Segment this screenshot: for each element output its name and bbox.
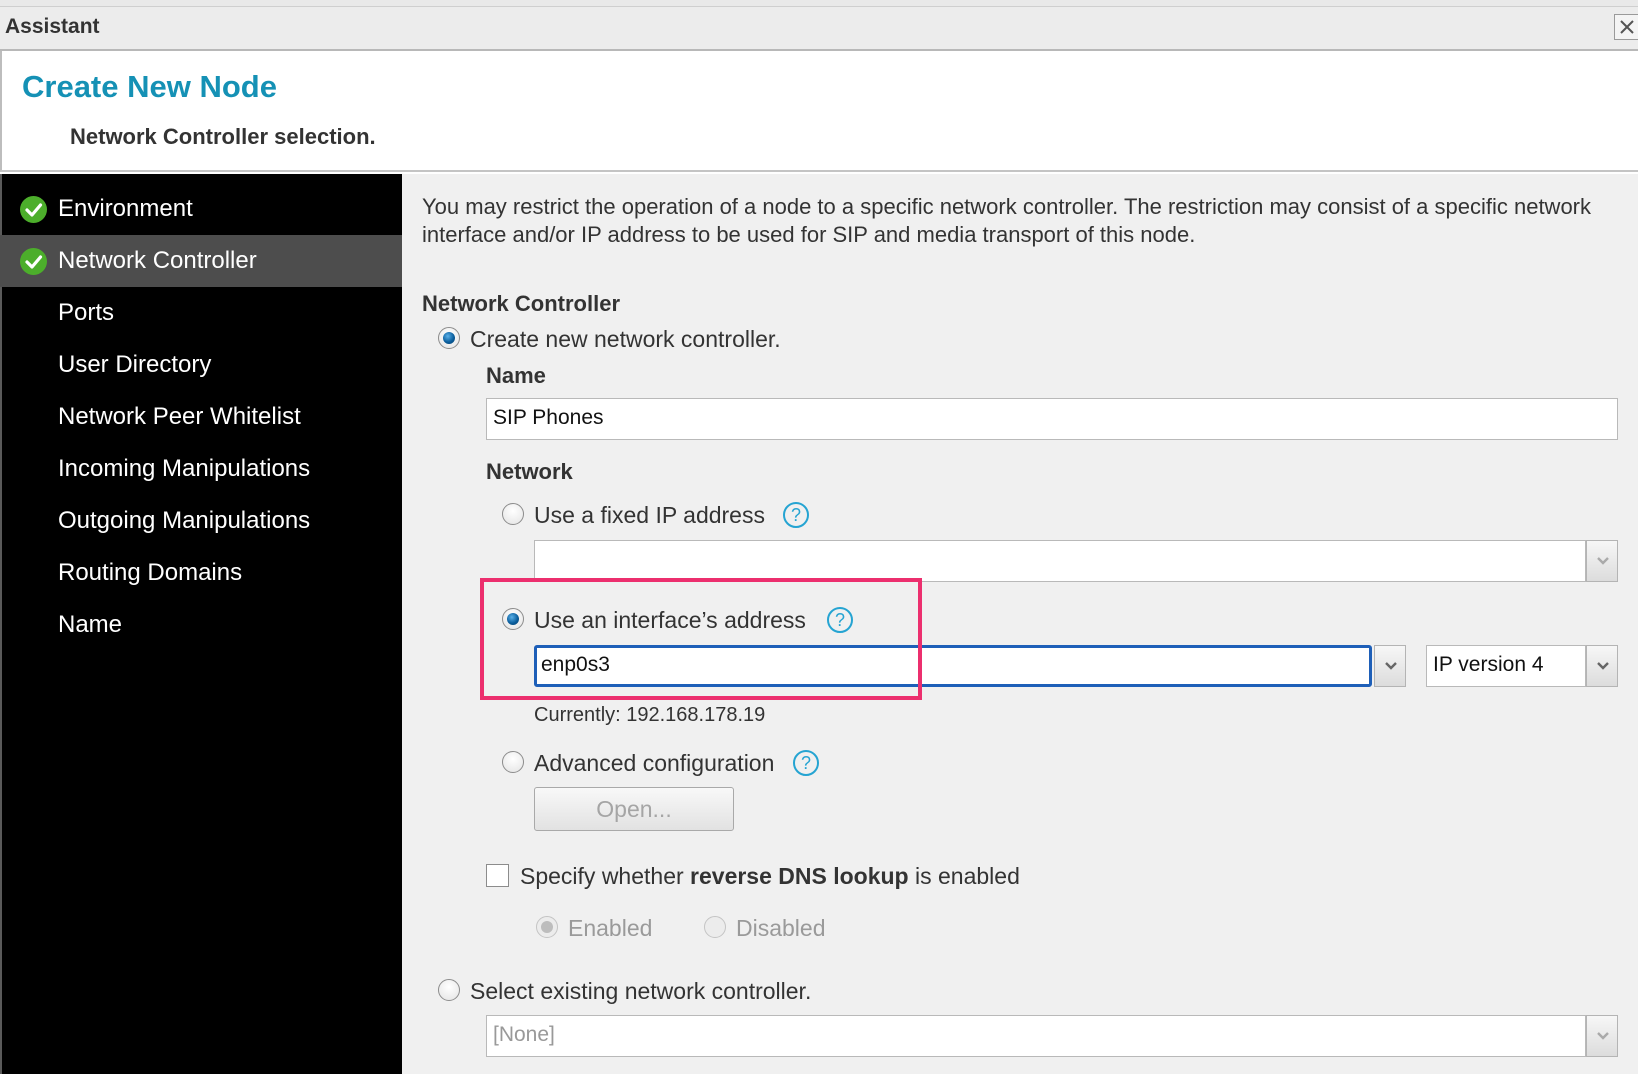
help-icon[interactable]: ? [793, 750, 819, 776]
sidebar-item-label: User Directory [58, 351, 212, 378]
sidebar-item-label: Name [58, 611, 123, 638]
sidebar-item-label: Outgoing Manipulations [58, 507, 311, 534]
name-input[interactable]: SIP Phones [486, 398, 1618, 440]
sidebar-item-label: Incoming Manipulations [58, 455, 311, 482]
dns-disabled-label: Disabled [736, 915, 826, 941]
chevron-down-icon [1385, 662, 1397, 670]
check-icon [20, 196, 47, 223]
dns-enabled-radio[interactable] [536, 916, 558, 938]
sidebar-item-environment[interactable]: Environment [0, 183, 402, 235]
sidebar-item-label: Network Peer Whitelist [58, 403, 301, 430]
sidebar-item-label: Environment [58, 195, 193, 222]
sidebar-item-routing-domains[interactable]: Routing Domains [0, 547, 402, 599]
select-existing-label: Select existing network controller. [470, 978, 812, 1004]
fixed-ip-dropdown-button[interactable] [1586, 540, 1618, 582]
sidebar-item-label: Network Controller [58, 247, 257, 274]
advanced-label: Advanced configuration [534, 750, 775, 776]
existing-controller-dropdown-button[interactable] [1586, 1015, 1618, 1057]
sidebar-item-label: Routing Domains [58, 559, 243, 586]
current-address-text: Currently: 192.168.178.19 [534, 704, 766, 726]
reverse-dns-label: Specify whether reverse DNS lookup is en… [520, 863, 1020, 890]
intro-text: You may restrict the operation of a node… [422, 194, 1592, 247]
window-title-bar [0, 7, 1638, 51]
select-existing-radio[interactable] [438, 979, 460, 1001]
chevron-down-icon [1597, 1032, 1609, 1040]
close-icon [1620, 20, 1634, 34]
reverse-dns-label-prefix: Specify whether [520, 863, 691, 889]
sidebar-item-network-controller[interactable]: Network Controller [0, 235, 402, 287]
window-top-strip [0, 0, 1638, 7]
fixed-ip-label: Use a fixed IP address [534, 502, 765, 528]
section-title: Network Controller [422, 291, 621, 316]
ip-version-dropdown-button[interactable] [1586, 645, 1618, 687]
page-subtitle: Network Controller selection. [70, 124, 376, 149]
ip-version-select[interactable]: IP version 4 [1426, 645, 1586, 687]
sidebar-item-label: Ports [58, 299, 115, 326]
sidebar-item-name[interactable]: Name [0, 599, 402, 651]
check-icon [20, 248, 47, 275]
reverse-dns-label-bold: reverse DNS lookup [690, 863, 909, 889]
open-button[interactable]: Open... [534, 787, 734, 831]
chevron-down-icon [1597, 662, 1609, 670]
create-new-label: Create new network controller. [470, 326, 781, 352]
window-title: Assistant [5, 15, 100, 38]
dns-enabled-label: Enabled [568, 915, 653, 941]
advanced-radio[interactable] [502, 751, 524, 773]
help-icon[interactable]: ? [783, 502, 809, 528]
highlight-annotation-box [480, 578, 922, 700]
sidebar-item-ports[interactable]: Ports [0, 287, 402, 339]
sidebar-item-network-peer-whitelist[interactable]: Network Peer Whitelist [0, 391, 402, 443]
sidebar-item-incoming-manipulations[interactable]: Incoming Manipulations [0, 443, 402, 495]
reverse-dns-checkbox[interactable] [486, 864, 509, 887]
close-button[interactable] [1614, 14, 1638, 40]
name-label: Name [486, 363, 546, 388]
sidebar-item-outgoing-manipulations[interactable]: Outgoing Manipulations [0, 495, 402, 547]
reverse-dns-label-suffix: is enabled [908, 863, 1020, 889]
chevron-down-icon [1597, 557, 1609, 565]
network-label: Network [486, 459, 573, 484]
fixed-ip-radio[interactable] [502, 503, 524, 525]
existing-controller-select[interactable]: [None] [486, 1015, 1586, 1057]
fixed-ip-select[interactable] [534, 540, 1586, 582]
interface-dropdown-button[interactable] [1374, 645, 1406, 687]
page-title: Create New Node [22, 69, 277, 104]
dns-disabled-radio[interactable] [704, 916, 726, 938]
create-new-radio[interactable] [438, 327, 460, 349]
sidebar-item-user-directory[interactable]: User Directory [0, 339, 402, 391]
